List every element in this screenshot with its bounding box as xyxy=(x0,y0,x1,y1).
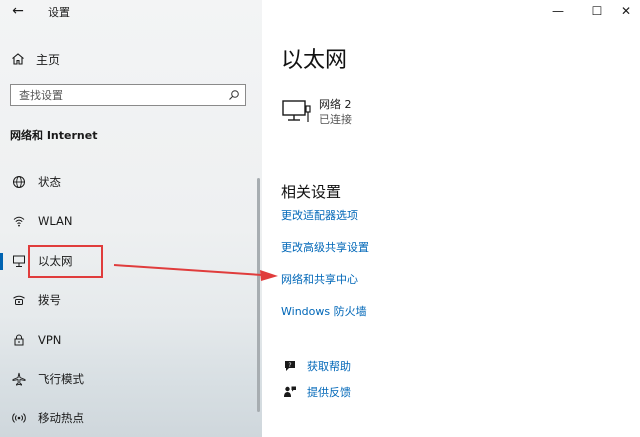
svg-text:?: ? xyxy=(288,362,291,369)
minimize-button[interactable]: — xyxy=(538,0,578,22)
give-feedback-label[interactable]: 提供反馈 xyxy=(307,384,351,400)
windows-firewall-link[interactable]: Windows 防火墙 xyxy=(281,303,367,319)
related-settings-title: 相关设置 xyxy=(281,183,342,201)
feedback-icon xyxy=(281,385,299,399)
sidebar-item-hotspot[interactable]: 移动热点 xyxy=(0,403,258,433)
sidebar-scrollbar[interactable] xyxy=(257,178,260,412)
sidebar-item-label: 状态 xyxy=(38,175,61,189)
close-button[interactable]: ✕ xyxy=(612,0,640,22)
maximize-icon: ☐ xyxy=(591,4,603,18)
page-title: 以太网 xyxy=(281,48,348,73)
get-help-label[interactable]: 获取帮助 xyxy=(307,358,351,374)
wifi-icon xyxy=(9,214,29,228)
sidebar-item-dialup[interactable]: 拨号 xyxy=(0,285,258,315)
search-icon[interactable] xyxy=(223,89,245,101)
ethernet-icon xyxy=(9,254,29,268)
sidebar-item-label: WLAN xyxy=(38,214,73,228)
give-feedback-item[interactable]: 提供反馈 xyxy=(281,382,351,402)
maximize-button[interactable]: ☐ xyxy=(577,0,617,22)
change-advanced-sharing-link[interactable]: 更改高级共享设置 xyxy=(281,239,369,255)
app-title: 设置 xyxy=(48,6,70,19)
sidebar-item-label: 拨号 xyxy=(38,293,61,307)
get-help-item[interactable]: ? 获取帮助 xyxy=(281,356,351,376)
sidebar-item-label: 移动热点 xyxy=(38,411,84,425)
dialup-icon xyxy=(9,293,29,307)
search-input[interactable] xyxy=(11,85,223,105)
sidebar-item-home[interactable]: 主页 xyxy=(8,48,248,70)
sidebar-item-label: VPN xyxy=(38,333,62,347)
search-box[interactable] xyxy=(10,84,246,106)
network-card[interactable]: 网络 2 已连接 xyxy=(281,95,352,129)
change-adapter-options-link[interactable]: 更改适配器选项 xyxy=(281,207,358,223)
annotation-arrow xyxy=(113,264,278,281)
sidebar: ← 设置 主页 网络和 Internet 状态 WLAN 以太网 xyxy=(0,0,262,437)
back-button[interactable]: ← xyxy=(4,0,32,22)
close-icon: ✕ xyxy=(620,4,632,18)
sidebar-item-label: 以太网 xyxy=(38,254,73,268)
network-name: 网络 2 xyxy=(319,98,352,111)
sidebar-item-vpn[interactable]: VPN xyxy=(0,325,258,355)
ethernet-monitor-icon xyxy=(281,98,313,126)
sidebar-item-wlan[interactable]: WLAN xyxy=(0,206,258,236)
sidebar-item-label: 主页 xyxy=(36,52,61,67)
sidebar-item-status[interactable]: 状态 xyxy=(0,167,258,197)
sidebar-item-label: 飞行模式 xyxy=(38,372,84,386)
network-sharing-center-link[interactable]: 网络和共享中心 xyxy=(281,271,358,287)
back-arrow-icon: ← xyxy=(12,3,24,19)
vpn-icon xyxy=(9,333,29,347)
section-title: 网络和 Internet xyxy=(10,129,98,142)
airplane-icon xyxy=(9,372,29,386)
help-chat-icon: ? xyxy=(281,359,299,373)
sidebar-item-airplane[interactable]: 飞行模式 xyxy=(0,364,258,394)
home-icon xyxy=(8,52,28,66)
network-status: 已连接 xyxy=(319,113,352,126)
hotspot-icon xyxy=(9,411,29,425)
globe-status-icon xyxy=(9,175,29,189)
minimize-icon: — xyxy=(552,4,564,18)
